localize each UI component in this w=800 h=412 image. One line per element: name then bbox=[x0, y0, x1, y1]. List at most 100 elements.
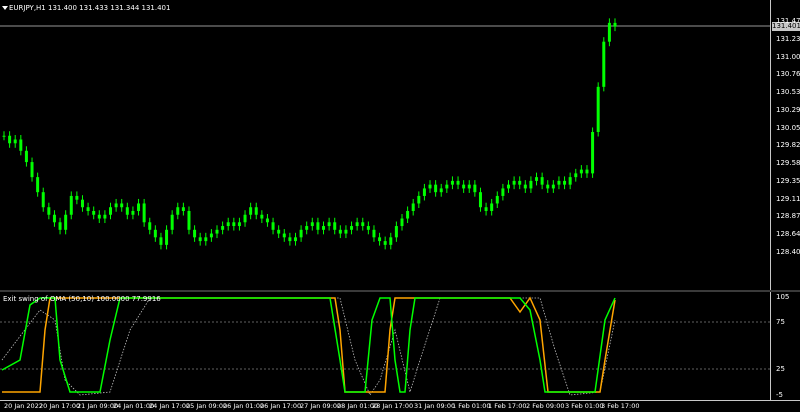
time-tick-label: 24 Jan 17:00 bbox=[149, 402, 191, 410]
price-tick-label: 128.875 bbox=[776, 212, 800, 221]
candle-body bbox=[52, 214, 56, 223]
candle-body bbox=[411, 203, 415, 211]
candle-body bbox=[80, 199, 84, 208]
candle-body bbox=[69, 195, 73, 215]
candle-body bbox=[506, 184, 510, 189]
candle-body bbox=[187, 210, 191, 230]
time-tick-label: 27 Jan 09:00 bbox=[300, 402, 342, 410]
candle-body bbox=[30, 162, 34, 178]
candle-body bbox=[383, 241, 387, 245]
candle-body bbox=[591, 131, 595, 174]
candle-body bbox=[148, 222, 152, 230]
candle-body bbox=[271, 222, 275, 230]
candle-body bbox=[75, 195, 79, 200]
candle-body bbox=[422, 188, 426, 196]
candle-body bbox=[546, 184, 550, 189]
symbol-dropdown-icon[interactable] bbox=[2, 6, 8, 10]
candle-body bbox=[585, 169, 589, 174]
candle-body bbox=[557, 180, 561, 185]
candle-body bbox=[92, 210, 96, 215]
price-tick-label: 131.000 bbox=[776, 52, 800, 61]
candle-body bbox=[109, 207, 113, 215]
time-tick-label: 3 Feb 01:00 bbox=[565, 402, 604, 410]
candle-body bbox=[64, 214, 68, 230]
time-tick-label: 26 Jan 01:00 bbox=[223, 402, 265, 410]
time-tick-label: 21 Jan 09:00 bbox=[77, 402, 119, 410]
candle-body bbox=[338, 229, 342, 234]
candle-body bbox=[417, 195, 421, 204]
time-tick-label: 2 Feb 09:00 bbox=[526, 402, 565, 410]
time-tick-label: 1 Feb 17:00 bbox=[488, 402, 527, 410]
time-tick-label: 24 Jan 01:00 bbox=[113, 402, 155, 410]
candle-body bbox=[58, 222, 62, 230]
price-tick-label: 130.530 bbox=[776, 88, 800, 97]
price-tick-label: 130.765 bbox=[776, 70, 800, 79]
candle-body bbox=[41, 192, 45, 208]
candle-body bbox=[361, 222, 365, 227]
candle-body bbox=[316, 222, 320, 230]
candle-body bbox=[221, 226, 225, 230]
candle-body bbox=[137, 203, 141, 211]
candle-body bbox=[400, 218, 404, 227]
price-tick-label: 129.350 bbox=[776, 176, 800, 185]
indicator-tick-label: 105 bbox=[776, 293, 790, 301]
candle-body bbox=[282, 233, 286, 238]
price-tick-label: 128.640 bbox=[776, 230, 800, 239]
candle-body bbox=[579, 169, 583, 174]
candle-body bbox=[512, 180, 516, 185]
candle-body bbox=[333, 222, 337, 230]
price-tick-label: 130.295 bbox=[776, 105, 800, 114]
candle-body bbox=[170, 214, 174, 230]
candle-body bbox=[159, 237, 163, 245]
candle-body bbox=[563, 180, 567, 185]
candle-body bbox=[243, 214, 247, 223]
candle-body bbox=[518, 180, 522, 185]
candle-body bbox=[327, 222, 331, 227]
candle-body bbox=[226, 222, 230, 227]
candle-body bbox=[254, 207, 258, 215]
candle-body bbox=[193, 229, 197, 238]
candle-body bbox=[462, 184, 466, 189]
candle-body bbox=[350, 226, 354, 230]
candle-body bbox=[310, 222, 314, 227]
candle-body bbox=[153, 229, 157, 238]
time-tick-label: 31 Jan 09:00 bbox=[414, 402, 456, 410]
candle-body bbox=[434, 184, 438, 193]
indicator-tick-label: 75 bbox=[776, 318, 785, 326]
candle-body bbox=[265, 218, 269, 223]
candle-body bbox=[232, 222, 236, 227]
candle-body bbox=[299, 229, 303, 238]
candle-body bbox=[47, 207, 51, 215]
candle-body bbox=[120, 203, 124, 208]
chart-canvas bbox=[0, 18, 770, 396]
candle-body bbox=[613, 22, 617, 27]
chart-title: EURJPY,H1 131.400 131.433 131.344 131.40… bbox=[9, 4, 171, 12]
indicator-fast-line bbox=[1, 297, 616, 393]
candle-body bbox=[478, 192, 482, 208]
price-tick-label: 131.235 bbox=[776, 34, 800, 43]
candle-body bbox=[394, 226, 398, 238]
candle-body bbox=[277, 229, 281, 234]
candle-body bbox=[125, 207, 129, 215]
price-tick-label: 131.475 bbox=[776, 17, 800, 25]
candle-body bbox=[176, 207, 180, 215]
candle-body bbox=[484, 207, 488, 211]
price-tick-label: 129.820 bbox=[776, 141, 800, 150]
candle-body bbox=[456, 180, 460, 185]
candle-body bbox=[215, 229, 219, 234]
time-tick-label: 25 Jan 09:00 bbox=[186, 402, 228, 410]
time-tick-label: 28 Jan 17:00 bbox=[372, 402, 414, 410]
candle-body bbox=[86, 207, 90, 211]
candle-body bbox=[607, 22, 611, 42]
candle-body bbox=[439, 188, 443, 193]
indicator-tick-label: -5 bbox=[776, 391, 783, 399]
candle-body bbox=[114, 203, 118, 208]
candle-body bbox=[131, 210, 135, 215]
time-tick-label: 20 Jan 17:00 bbox=[39, 402, 81, 410]
candle-body bbox=[344, 229, 348, 234]
candle-body bbox=[428, 184, 432, 189]
chart-window[interactable]: EURJPY,H1 131.400 131.433 131.344 131.40… bbox=[0, 0, 800, 412]
candle-body bbox=[523, 184, 527, 189]
candle-body bbox=[36, 177, 40, 193]
candle-body bbox=[535, 177, 539, 181]
